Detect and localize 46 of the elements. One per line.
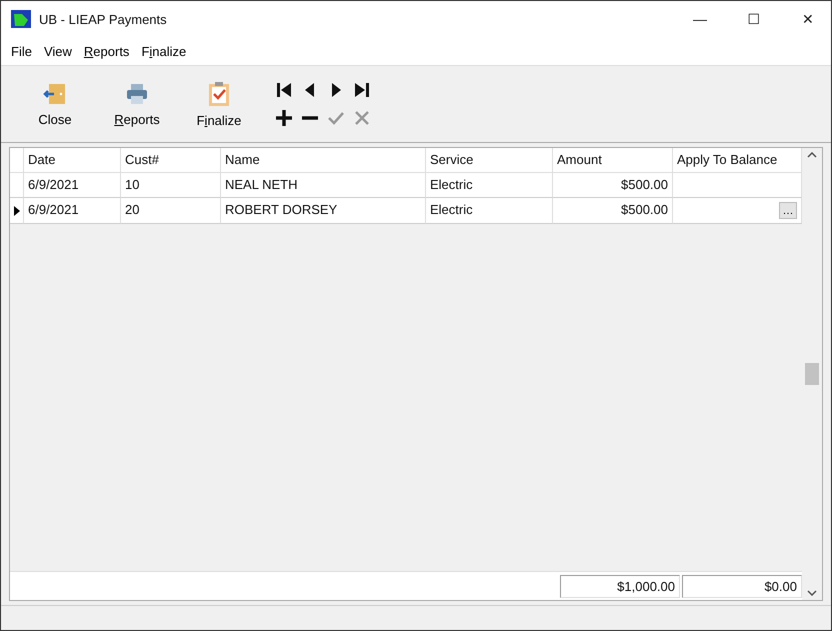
row-header[interactable] <box>10 198 24 224</box>
window-control-button[interactable]: — <box>677 1 723 37</box>
table-cell: ROBERT DORSEY <box>221 198 426 224</box>
total-field: $1,000.00 <box>560 574 680 598</box>
plus-icon <box>275 109 293 127</box>
window-control-button[interactable]: ☐ <box>731 1 777 37</box>
menu-item[interactable]: View <box>40 42 76 60</box>
clipboard-check-icon <box>207 80 231 106</box>
table-cell: $500.00 <box>553 173 673 198</box>
column-header[interactable]: Cust# <box>121 148 221 173</box>
last-record-icon <box>353 81 371 99</box>
scroll-up-icon <box>807 152 817 158</box>
current-row-icon <box>14 206 20 216</box>
ellipsis-button[interactable]: … <box>779 202 797 219</box>
table-cell: Electric <box>426 198 553 224</box>
exit-door-icon <box>43 82 67 106</box>
row-header-corner <box>10 148 24 173</box>
column-header[interactable]: Date <box>24 148 121 173</box>
table-cell: 6/9/2021 <box>24 173 121 198</box>
add-button[interactable] <box>273 107 295 129</box>
menu-item[interactable]: File <box>7 42 36 60</box>
cancel-icon <box>353 109 371 127</box>
column-header[interactable]: Name <box>221 148 426 173</box>
table-cell: NEAL NETH <box>221 173 426 198</box>
total-field: $0.00 <box>682 574 802 598</box>
table-cell: 10 <box>121 173 221 198</box>
app-logo-icon <box>11 10 31 28</box>
table-cell: Electric <box>426 173 553 198</box>
minus-icon <box>301 116 319 120</box>
column-header[interactable]: Service <box>426 148 553 173</box>
first-record-icon <box>275 81 293 99</box>
window-control-button[interactable]: ✕ <box>785 1 831 37</box>
toolbar-button[interactable]: Reports <box>105 82 169 126</box>
printer-icon <box>125 82 149 106</box>
table-cell: $500.00 <box>553 198 673 224</box>
menu-item[interactable]: Finalize <box>137 42 190 60</box>
scroll-down-icon <box>807 590 817 596</box>
table-cell: 6/9/2021 <box>24 198 121 224</box>
toolbar-button[interactable]: Close <box>23 82 87 126</box>
menu-item[interactable]: Reports <box>80 42 134 60</box>
column-header[interactable]: Amount <box>553 148 673 173</box>
column-header[interactable]: Apply To Balance <box>673 148 802 173</box>
table-cell: 20 <box>121 198 221 224</box>
window-title: UB - LIEAP Payments <box>39 12 168 26</box>
scroll-thumb[interactable] <box>805 363 819 385</box>
toolbar-button[interactable]: Finalize <box>187 80 251 128</box>
